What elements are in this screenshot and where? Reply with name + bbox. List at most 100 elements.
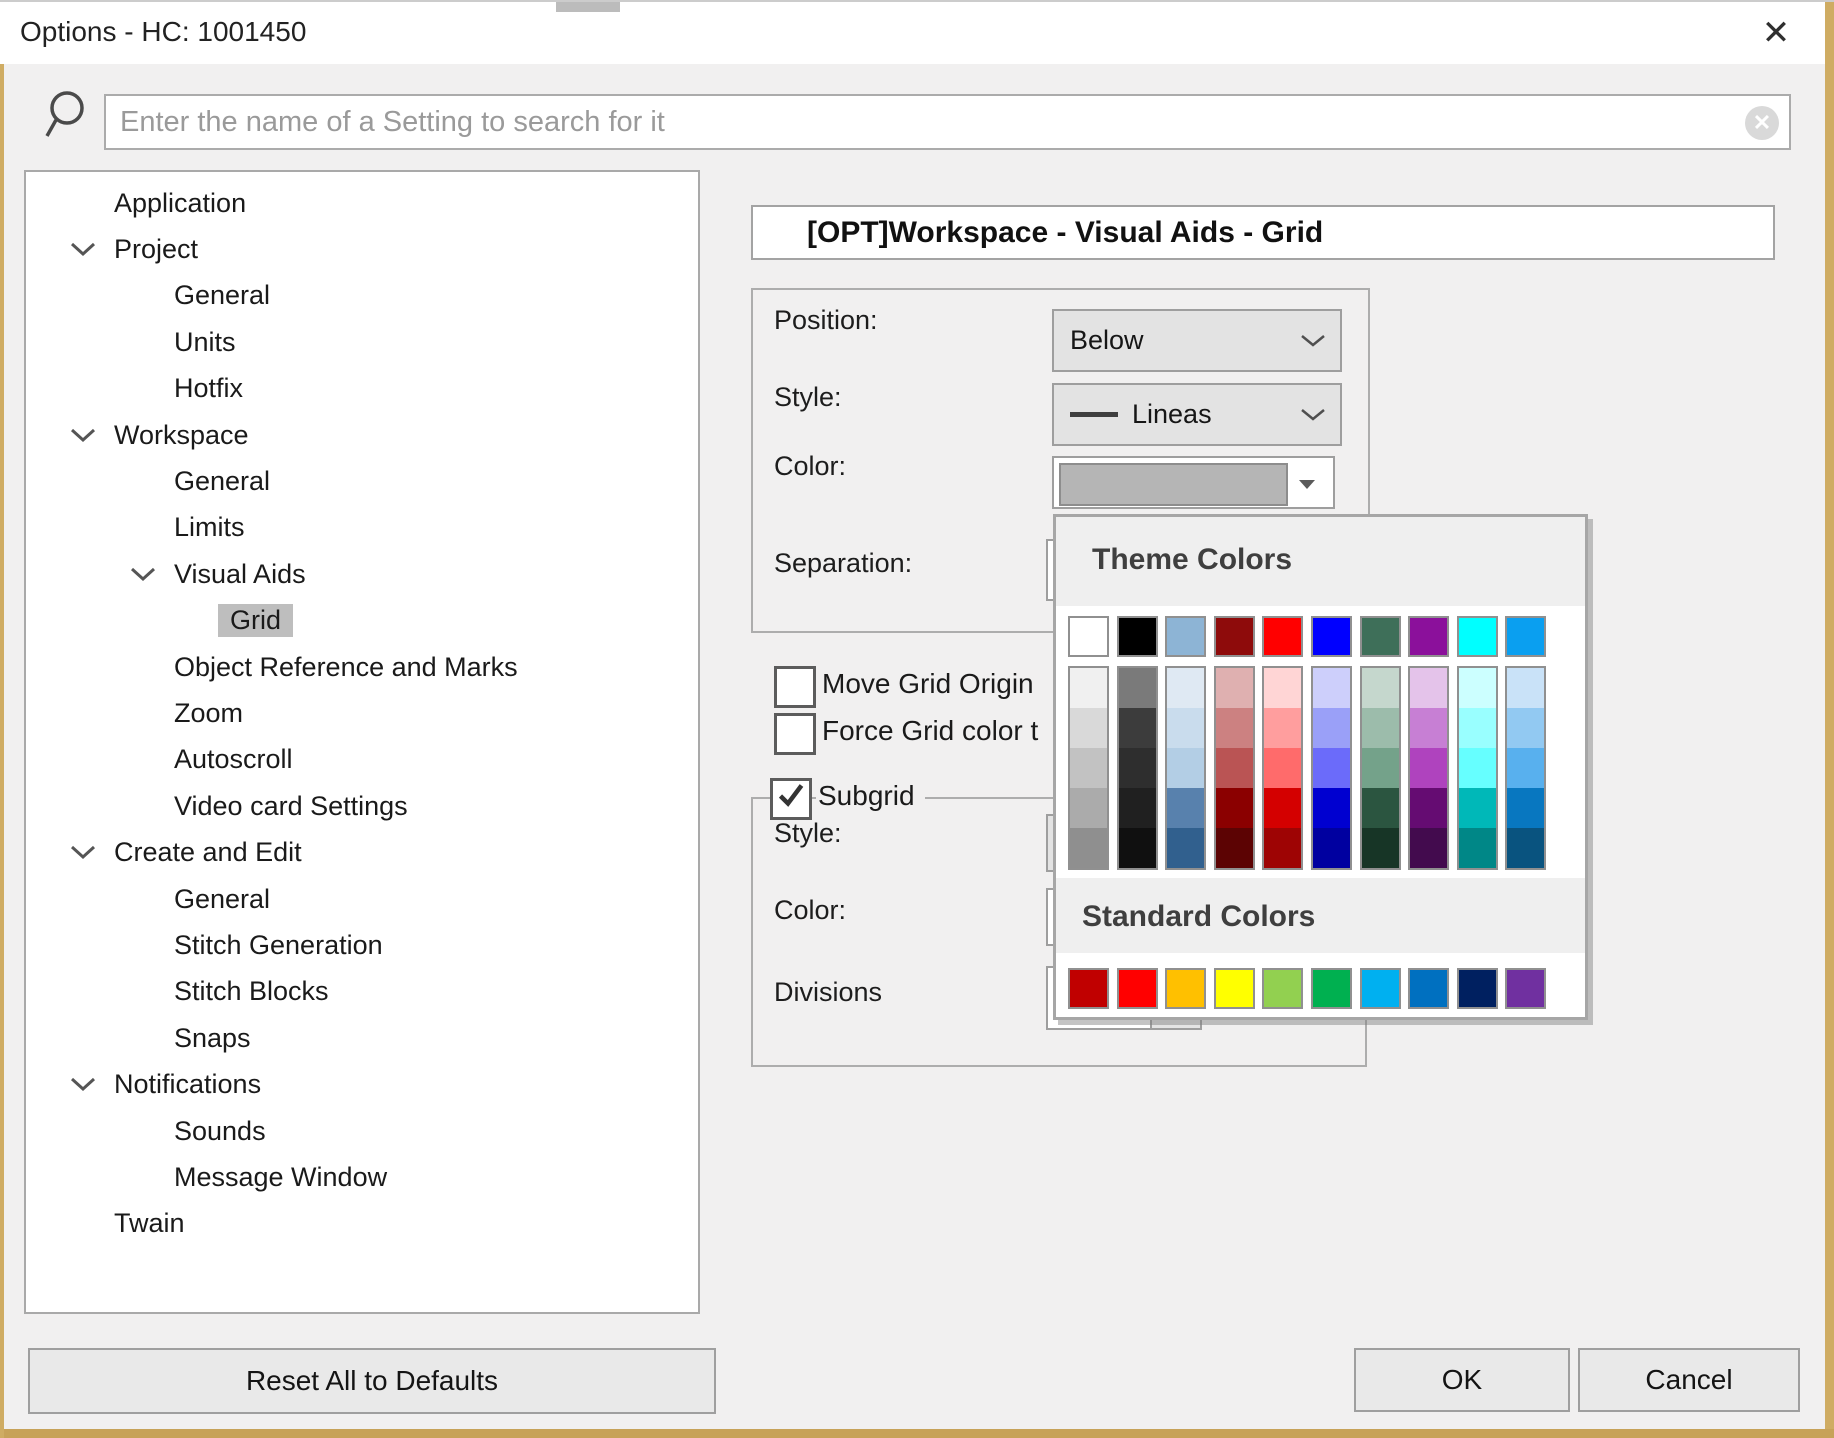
theme-variant-swatch-3-3[interactable] xyxy=(1216,788,1253,828)
tree-item-grid[interactable]: Grid xyxy=(26,598,698,644)
theme-variant-swatch-4-2[interactable] xyxy=(1167,828,1204,868)
theme-variant-swatch-2-8[interactable] xyxy=(1459,748,1496,788)
theme-variant-swatch-2-4[interactable] xyxy=(1264,748,1301,788)
theme-variant-swatch-1-7[interactable] xyxy=(1410,708,1447,748)
theme-variant-swatch-2-3[interactable] xyxy=(1216,748,1253,788)
theme-variant-swatch-1-5[interactable] xyxy=(1313,708,1350,748)
theme-variant-swatch-2-5[interactable] xyxy=(1313,748,1350,788)
standard-color-swatch-3[interactable] xyxy=(1214,968,1255,1009)
tree-item-autoscroll[interactable]: Autoscroll xyxy=(26,737,698,783)
standard-color-swatch-6[interactable] xyxy=(1360,968,1401,1009)
theme-variant-swatch-4-5[interactable] xyxy=(1313,828,1350,868)
theme-variant-swatch-1-8[interactable] xyxy=(1459,708,1496,748)
expand-chevron-icon[interactable] xyxy=(70,427,96,444)
tree-item-workspace[interactable]: Workspace xyxy=(26,412,698,458)
theme-variant-swatch-3-5[interactable] xyxy=(1313,788,1350,828)
theme-variant-swatch-1-2[interactable] xyxy=(1167,708,1204,748)
tree-item-stitch-generation[interactable]: Stitch Generation xyxy=(26,922,698,968)
standard-color-swatch-7[interactable] xyxy=(1408,968,1449,1009)
theme-variant-swatch-2-0[interactable] xyxy=(1070,748,1107,788)
theme-variant-swatch-1-4[interactable] xyxy=(1264,708,1301,748)
close-icon[interactable]: ✕ xyxy=(1752,10,1800,56)
theme-variant-swatch-0-9[interactable] xyxy=(1507,668,1544,708)
expand-chevron-icon[interactable] xyxy=(70,241,96,258)
theme-variant-swatch-0-1[interactable] xyxy=(1119,668,1156,708)
theme-variant-swatch-4-6[interactable] xyxy=(1362,828,1399,868)
move-grid-origin-checkbox[interactable] xyxy=(774,666,816,708)
tree-item-object-reference-and-marks[interactable]: Object Reference and Marks xyxy=(26,644,698,690)
theme-color-swatch-3[interactable] xyxy=(1214,616,1255,657)
theme-variant-swatch-0-4[interactable] xyxy=(1264,668,1301,708)
theme-variant-swatch-1-9[interactable] xyxy=(1507,708,1544,748)
tree-item-zoom[interactable]: Zoom xyxy=(26,690,698,736)
theme-variant-swatch-3-4[interactable] xyxy=(1264,788,1301,828)
position-dropdown[interactable]: Below xyxy=(1052,309,1342,372)
theme-color-swatch-4[interactable] xyxy=(1262,616,1303,657)
tree-item-visual-aids[interactable]: Visual Aids xyxy=(26,551,698,597)
theme-color-swatch-6[interactable] xyxy=(1360,616,1401,657)
tree-item-general[interactable]: General xyxy=(26,458,698,504)
tree-item-video-card-settings[interactable]: Video card Settings xyxy=(26,783,698,829)
theme-variant-swatch-2-2[interactable] xyxy=(1167,748,1204,788)
theme-variant-swatch-1-3[interactable] xyxy=(1216,708,1253,748)
theme-variant-swatch-0-6[interactable] xyxy=(1362,668,1399,708)
tree-item-general[interactable]: General xyxy=(26,876,698,922)
theme-variant-swatch-1-0[interactable] xyxy=(1070,708,1107,748)
theme-color-swatch-9[interactable] xyxy=(1505,616,1546,657)
theme-variant-swatch-4-0[interactable] xyxy=(1070,828,1107,868)
cancel-button[interactable]: Cancel xyxy=(1578,1348,1800,1412)
tree-item-hotfix[interactable]: Hotfix xyxy=(26,366,698,412)
tree-item-stitch-blocks[interactable]: Stitch Blocks xyxy=(26,969,698,1015)
theme-variant-swatch-3-8[interactable] xyxy=(1459,788,1496,828)
theme-color-swatch-8[interactable] xyxy=(1457,616,1498,657)
standard-color-swatch-4[interactable] xyxy=(1262,968,1303,1009)
search-clear-icon[interactable]: ✕ xyxy=(1745,106,1779,140)
theme-variant-swatch-1-1[interactable] xyxy=(1119,708,1156,748)
tree-item-create-and-edit[interactable]: Create and Edit xyxy=(26,829,698,875)
tree-item-general[interactable]: General xyxy=(26,273,698,319)
standard-color-swatch-2[interactable] xyxy=(1165,968,1206,1009)
standard-color-swatch-8[interactable] xyxy=(1457,968,1498,1009)
theme-variant-swatch-4-3[interactable] xyxy=(1216,828,1253,868)
tree-item-limits[interactable]: Limits xyxy=(26,505,698,551)
theme-variant-swatch-4-9[interactable] xyxy=(1507,828,1544,868)
theme-variant-swatch-4-4[interactable] xyxy=(1264,828,1301,868)
theme-variant-swatch-0-3[interactable] xyxy=(1216,668,1253,708)
theme-variant-swatch-0-2[interactable] xyxy=(1167,668,1204,708)
expand-chevron-icon[interactable] xyxy=(70,1076,96,1093)
tree-item-message-window[interactable]: Message Window xyxy=(26,1154,698,1200)
theme-color-swatch-0[interactable] xyxy=(1068,616,1109,657)
theme-variant-swatch-3-2[interactable] xyxy=(1167,788,1204,828)
theme-variant-swatch-2-1[interactable] xyxy=(1119,748,1156,788)
theme-variant-swatch-3-6[interactable] xyxy=(1362,788,1399,828)
theme-variant-swatch-4-7[interactable] xyxy=(1410,828,1447,868)
tree-item-application[interactable]: Application xyxy=(26,180,698,226)
theme-variant-swatch-0-5[interactable] xyxy=(1313,668,1350,708)
ok-button[interactable]: OK xyxy=(1354,1348,1570,1412)
search-input[interactable]: Enter the name of a Setting to search fo… xyxy=(104,94,1791,150)
tree-item-snaps[interactable]: Snaps xyxy=(26,1015,698,1061)
theme-color-swatch-5[interactable] xyxy=(1311,616,1352,657)
theme-variant-swatch-3-9[interactable] xyxy=(1507,788,1544,828)
tree-item-units[interactable]: Units xyxy=(26,319,698,365)
standard-color-swatch-0[interactable] xyxy=(1068,968,1109,1009)
force-grid-color-checkbox[interactable] xyxy=(774,713,816,755)
theme-variant-swatch-3-7[interactable] xyxy=(1410,788,1447,828)
expand-chevron-icon[interactable] xyxy=(130,566,156,583)
reset-all-button[interactable]: Reset All to Defaults xyxy=(28,1348,716,1414)
subgrid-checkbox[interactable] xyxy=(770,778,812,820)
theme-variant-swatch-2-6[interactable] xyxy=(1362,748,1399,788)
theme-variant-swatch-2-7[interactable] xyxy=(1410,748,1447,788)
standard-color-swatch-1[interactable] xyxy=(1117,968,1158,1009)
theme-variant-swatch-1-6[interactable] xyxy=(1362,708,1399,748)
theme-variant-swatch-0-7[interactable] xyxy=(1410,668,1447,708)
theme-variant-swatch-3-0[interactable] xyxy=(1070,788,1107,828)
theme-variant-swatch-4-8[interactable] xyxy=(1459,828,1496,868)
expand-chevron-icon[interactable] xyxy=(70,844,96,861)
standard-color-swatch-9[interactable] xyxy=(1505,968,1546,1009)
tree-item-sounds[interactable]: Sounds xyxy=(26,1108,698,1154)
theme-variant-swatch-2-9[interactable] xyxy=(1507,748,1544,788)
theme-variant-swatch-0-8[interactable] xyxy=(1459,668,1496,708)
standard-color-swatch-5[interactable] xyxy=(1311,968,1352,1009)
grid-color-dropdown[interactable] xyxy=(1052,456,1335,509)
